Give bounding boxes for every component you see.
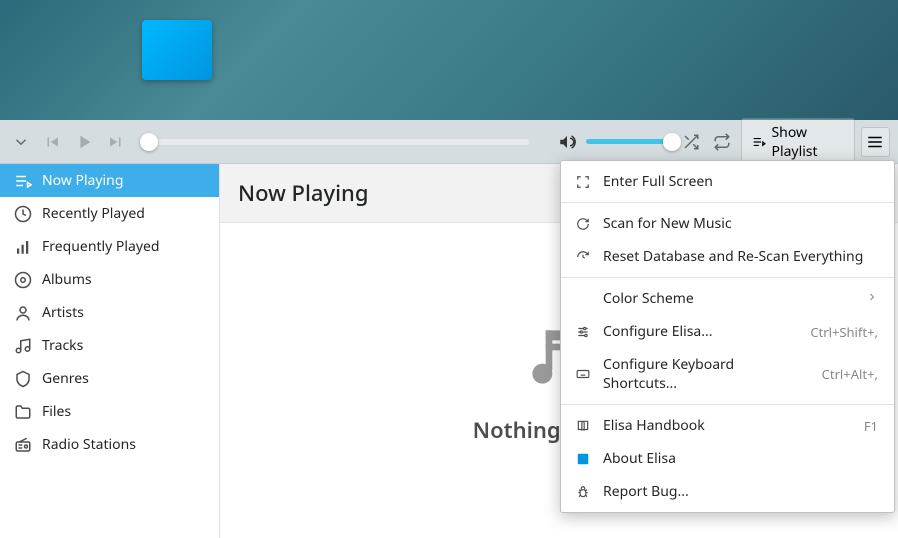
- chevron-right-icon: [866, 289, 878, 308]
- playlist-icon: [752, 134, 766, 150]
- menu-item-label: Configure Elisa...: [603, 322, 798, 341]
- clock-icon: [14, 205, 32, 223]
- sidebar-item-recently-played[interactable]: Recently Played: [0, 197, 219, 230]
- menu-item-reset-db[interactable]: Reset Database and Re-Scan Everything: [561, 240, 894, 273]
- bug-icon: [575, 484, 591, 500]
- menu-item-fullscreen[interactable]: Enter Full Screen: [561, 165, 894, 198]
- sidebar-item-tracks[interactable]: Tracks: [0, 329, 219, 362]
- menu-item-label: Scan for New Music: [603, 214, 878, 233]
- menu-item-label: Elisa Handbook: [603, 416, 852, 435]
- collapse-button[interactable]: [8, 127, 34, 157]
- next-track-button[interactable]: [103, 127, 129, 157]
- sidebar-item-files[interactable]: Files: [0, 395, 219, 428]
- sidebar-item-label: Albums: [42, 270, 92, 289]
- menu-separator: [561, 277, 894, 278]
- menu-item-scan[interactable]: Scan for New Music: [561, 207, 894, 240]
- app-icon: [575, 451, 591, 467]
- folder-icon: [14, 403, 32, 421]
- sidebar-item-label: Frequently Played: [42, 237, 160, 256]
- menu-item-configure-shortcuts[interactable]: Configure Keyboard Shortcuts... Ctrl+Alt…: [561, 348, 894, 400]
- menu-item-shortcut: Ctrl+Alt+,: [822, 365, 878, 383]
- hamburger-menu-button[interactable]: [861, 127, 890, 157]
- sidebar-item-label: Recently Played: [42, 204, 145, 223]
- menu-item-label: Configure Keyboard Shortcuts...: [603, 355, 810, 393]
- user-icon: [14, 304, 32, 322]
- sidebar-item-label: Genres: [42, 369, 89, 388]
- show-playlist-label: Show Playlist: [772, 123, 844, 161]
- volume-thumb[interactable]: [663, 133, 681, 151]
- sidebar-item-albums[interactable]: Albums: [0, 263, 219, 296]
- volume-slider[interactable]: [586, 139, 671, 144]
- reset-icon: [575, 249, 591, 265]
- player-toolbar: Show Playlist: [0, 120, 898, 164]
- blank-icon: [575, 291, 591, 307]
- sidebar-item-label: Artists: [42, 303, 84, 322]
- play-button[interactable]: [71, 127, 97, 157]
- show-playlist-button[interactable]: Show Playlist: [741, 118, 855, 166]
- sidebar: Now Playing Recently Played Frequently P…: [0, 164, 220, 538]
- fullscreen-icon: [575, 174, 591, 190]
- volume-icon[interactable]: [555, 127, 581, 157]
- menu-separator: [561, 404, 894, 405]
- menu-item-label: About Elisa: [603, 449, 878, 468]
- book-icon: [575, 418, 591, 434]
- bars-icon: [14, 238, 32, 256]
- menu-item-label: Color Scheme: [603, 289, 854, 308]
- menu-item-color-scheme[interactable]: Color Scheme: [561, 282, 894, 315]
- menu-item-configure-elisa[interactable]: Configure Elisa... Ctrl+Shift+,: [561, 315, 894, 348]
- sidebar-item-label: Radio Stations: [42, 435, 136, 454]
- menu-item-label: Report Bug...: [603, 482, 878, 501]
- seek-slider[interactable]: [149, 139, 529, 145]
- music-note-icon: [14, 337, 32, 355]
- sidebar-item-now-playing[interactable]: Now Playing: [0, 164, 219, 197]
- menu-item-shortcut: F1: [864, 417, 878, 435]
- radio-icon: [14, 436, 32, 454]
- menu-item-label: Enter Full Screen: [603, 172, 878, 191]
- menu-item-about[interactable]: About Elisa: [561, 442, 894, 475]
- sidebar-item-label: Files: [42, 402, 71, 421]
- keyboard-icon: [575, 366, 591, 382]
- previous-track-button[interactable]: [40, 127, 66, 157]
- shield-icon: [14, 370, 32, 388]
- shuffle-button[interactable]: [678, 127, 704, 157]
- disc-icon: [14, 271, 32, 289]
- desktop-wallpaper: [0, 0, 898, 120]
- sidebar-item-genres[interactable]: Genres: [0, 362, 219, 395]
- repeat-button[interactable]: [709, 127, 735, 157]
- hamburger-icon: [866, 133, 884, 151]
- sidebar-item-label: Now Playing: [42, 171, 123, 190]
- sidebar-item-label: Tracks: [42, 336, 83, 355]
- seek-thumb[interactable]: [140, 133, 158, 151]
- menu-item-report-bug[interactable]: Report Bug...: [561, 475, 894, 508]
- sidebar-item-artists[interactable]: Artists: [0, 296, 219, 329]
- now-playing-icon: [14, 172, 32, 190]
- menu-item-handbook[interactable]: Elisa Handbook F1: [561, 409, 894, 442]
- sidebar-item-frequently-played[interactable]: Frequently Played: [0, 230, 219, 263]
- menu-separator: [561, 202, 894, 203]
- refresh-icon: [575, 216, 591, 232]
- menu-item-label: Reset Database and Re-Scan Everything: [603, 247, 878, 266]
- hamburger-menu-dropdown: Enter Full Screen Scan for New Music Res…: [560, 160, 895, 513]
- desktop-app-icon[interactable]: [142, 20, 220, 88]
- sidebar-item-radio-stations[interactable]: Radio Stations: [0, 428, 219, 461]
- menu-item-shortcut: Ctrl+Shift+,: [810, 323, 878, 341]
- sliders-icon: [575, 324, 591, 340]
